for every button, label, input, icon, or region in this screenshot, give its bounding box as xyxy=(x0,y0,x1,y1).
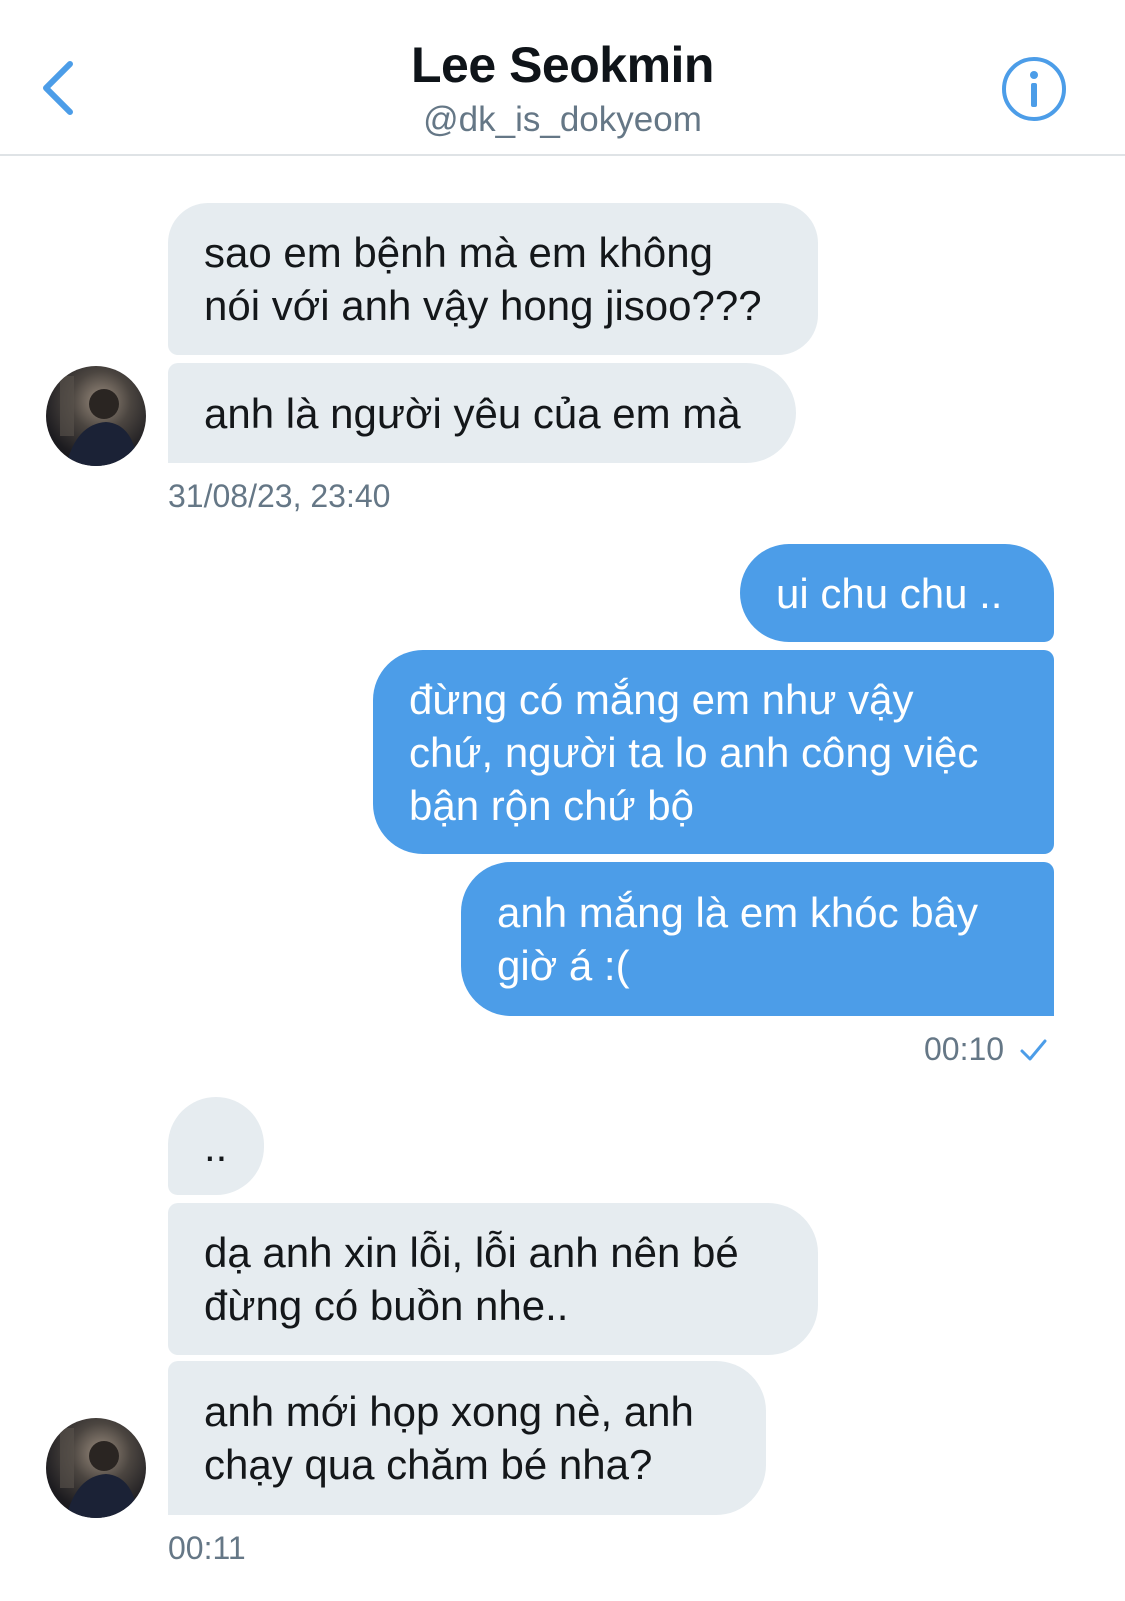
contact-name[interactable]: Lee Seokmin xyxy=(0,36,1125,94)
message-line: bận rộn chứ bộ xyxy=(409,781,694,829)
contact-avatar[interactable] xyxy=(46,1418,146,1518)
person-silhouette-icon xyxy=(60,376,138,466)
message-line: .. xyxy=(204,1122,228,1170)
timestamp-text: 00:10 xyxy=(924,1031,1005,1067)
message-line: anh mắng là em khóc bây xyxy=(497,889,978,936)
person-silhouette-icon xyxy=(60,1428,138,1518)
message-bubble-incoming[interactable]: anh mới họp xong nè, anh chạy qua chăm b… xyxy=(168,1361,766,1515)
message-line: chứ, người ta lo anh công việc xyxy=(409,728,979,776)
message-timestamp-outgoing: 00:10 xyxy=(924,1031,1048,1068)
conversation-header: Lee Seokmin @dk_is_dokyeom xyxy=(0,0,1125,156)
contact-avatar[interactable] xyxy=(46,366,146,466)
message-line: đừng có buồn nhe.. xyxy=(204,1282,569,1329)
info-button[interactable] xyxy=(1000,55,1068,123)
message-line: giờ á :( xyxy=(497,942,630,989)
message-timestamp: 00:11 xyxy=(168,1530,246,1566)
message-line: nói với anh vậy hong jisoo??? xyxy=(204,282,762,329)
message-line: ui chu chu .. xyxy=(776,569,1003,617)
message-line: sao em bệnh mà em không xyxy=(204,229,713,276)
message-line: đừng có mắng em như vậy xyxy=(409,675,914,723)
message-bubble-outgoing[interactable]: anh mắng là em khóc bây giờ á :( xyxy=(461,862,1054,1016)
message-line: chạy qua chăm bé nha? xyxy=(204,1441,653,1488)
message-bubble-incoming[interactable]: sao em bệnh mà em không nói với anh vậy … xyxy=(168,203,818,355)
message-bubble-incoming[interactable]: anh là người yêu của em mà xyxy=(168,363,796,463)
message-bubble-incoming[interactable]: dạ anh xin lỗi, lỗi anh nên bé đừng có b… xyxy=(168,1203,818,1355)
message-bubble-outgoing[interactable]: ui chu chu .. xyxy=(740,544,1054,642)
message-bubble-incoming[interactable]: .. xyxy=(168,1097,264,1195)
info-icon xyxy=(1002,57,1066,121)
message-bubble-outgoing[interactable]: đừng có mắng em như vậy chứ, người ta lo… xyxy=(373,650,1054,854)
message-line: anh là người yêu của em mà xyxy=(204,389,741,437)
message-timestamp: 31/08/23, 23:40 xyxy=(168,478,391,514)
message-line: anh mới họp xong nè, anh xyxy=(204,1388,694,1435)
message-line: dạ anh xin lỗi, lỗi anh nên bé xyxy=(204,1229,739,1276)
checkmark-icon xyxy=(1020,1039,1047,1060)
contact-handle[interactable]: @dk_is_dokyeom xyxy=(0,100,1125,140)
